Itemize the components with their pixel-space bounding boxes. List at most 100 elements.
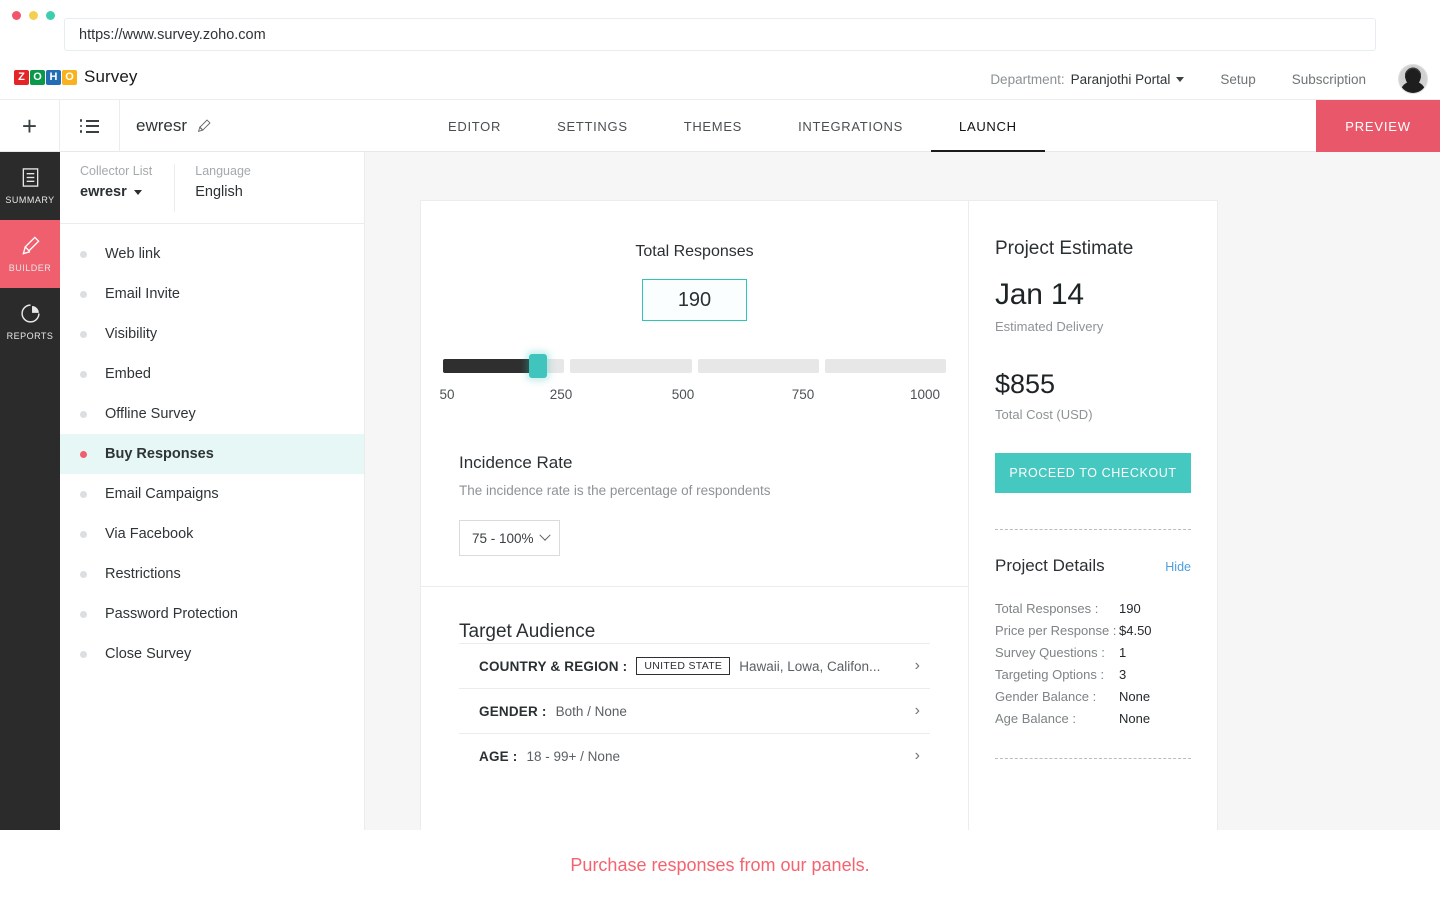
detail-row-price-per-response: Price per Response : $4.50 — [995, 620, 1191, 642]
main-tabs: EDITOR SETTINGS THEMES INTEGRATIONS LAUN… — [420, 100, 1045, 152]
preview-button[interactable]: PREVIEW — [1316, 100, 1440, 152]
browser-chrome: https://www.survey.zoho.com — [0, 0, 1440, 58]
collector-item-buy-responses[interactable]: Buy Responses — [60, 434, 364, 474]
rail-item-summary[interactable]: SUMMARY — [0, 152, 60, 220]
bullet-icon — [80, 651, 87, 658]
collector-item-label: Close Survey — [105, 646, 191, 662]
subscription-link[interactable]: Subscription — [1292, 72, 1366, 87]
proceed-to-checkout-button[interactable]: PROCEED TO CHECKOUT — [995, 453, 1191, 493]
bullet-icon — [80, 251, 87, 258]
estimated-delivery-label: Estimated Delivery — [995, 319, 1191, 334]
maximize-window-button[interactable] — [46, 11, 55, 20]
collector-item-offline-survey[interactable]: Offline Survey — [60, 394, 364, 434]
language-field: Language English — [174, 164, 251, 212]
survey-list-button[interactable] — [60, 100, 120, 152]
collector-item-close-survey[interactable]: Close Survey — [60, 634, 364, 674]
page-caption: Purchase responses from our panels. — [0, 830, 1440, 900]
collector-item-web-link[interactable]: Web link — [60, 234, 364, 274]
chevron-down-icon — [1176, 77, 1184, 82]
buy-responses-card: Total Responses 190 50 250 500 750 — [420, 200, 969, 830]
rail-item-reports[interactable]: REPORTS — [0, 288, 60, 356]
rail-item-builder[interactable]: BUILDER — [0, 220, 60, 288]
detail-key: Price per Response : — [995, 620, 1119, 642]
chevron-right-icon[interactable]: › — [915, 657, 928, 675]
detail-row-gender-balance: Gender Balance : None — [995, 686, 1191, 708]
slider-ticks: 50 250 500 750 1000 — [443, 387, 946, 405]
project-details-header: Project Details Hide — [995, 556, 1191, 576]
brand-logo[interactable]: Z O H O Survey — [14, 67, 138, 87]
chevron-right-icon[interactable]: › — [915, 747, 928, 765]
detail-value: None — [1119, 708, 1150, 730]
slider-thumb[interactable] — [529, 354, 547, 378]
collector-item-email-campaigns[interactable]: Email Campaigns — [60, 474, 364, 514]
collector-item-via-facebook[interactable]: Via Facebook — [60, 514, 364, 554]
slider-tick: 750 — [792, 387, 815, 402]
collector-item-password-protection[interactable]: Password Protection — [60, 594, 364, 634]
address-bar[interactable]: https://www.survey.zoho.com — [64, 18, 1376, 51]
audience-row-key: AGE : — [479, 749, 518, 764]
zoho-letter-h: H — [46, 70, 61, 85]
project-details-table: Total Responses : 190 Price per Response… — [995, 598, 1191, 730]
brand-name: Survey — [84, 67, 138, 87]
project-details-title: Project Details — [995, 556, 1105, 576]
total-responses-value: 190 — [678, 289, 711, 312]
collector-item-restrictions[interactable]: Restrictions — [60, 554, 364, 594]
content-area: Total Responses 190 50 250 500 750 — [365, 152, 1440, 830]
incidence-rate-block: Incidence Rate The incidence rate is the… — [421, 419, 968, 556]
incidence-rate-select[interactable]: 75 - 100% — [459, 520, 560, 556]
slider-track[interactable] — [443, 359, 946, 373]
setup-link[interactable]: Setup — [1220, 72, 1255, 87]
collector-item-embed[interactable]: Embed — [60, 354, 364, 394]
bullet-icon — [80, 371, 87, 378]
zoho-letter-z: Z — [14, 70, 29, 85]
department-selector[interactable]: Paranjothi Portal — [1071, 72, 1185, 87]
collector-item-label: Via Facebook — [105, 526, 193, 542]
responses-slider[interactable]: 50 250 500 750 1000 — [443, 359, 946, 419]
collector-item-label: Embed — [105, 366, 151, 382]
collector-item-label: Email Campaigns — [105, 486, 219, 502]
detail-row-targeting-options: Targeting Options : 3 — [995, 664, 1191, 686]
collector-item-visibility[interactable]: Visibility — [60, 314, 364, 354]
survey-title: ewresr — [136, 100, 211, 152]
collector-list-selector[interactable]: ewresr — [80, 184, 152, 200]
hide-details-link[interactable]: Hide — [1165, 560, 1191, 574]
tab-themes[interactable]: THEMES — [656, 100, 770, 152]
audience-row-gender[interactable]: GENDER : Both / None › — [459, 688, 930, 733]
zoho-letter-o1: O — [30, 70, 45, 85]
audience-row-key: COUNTRY & REGION : — [479, 659, 627, 674]
audience-row-value: Both / None — [556, 704, 627, 719]
collector-item-email-invite[interactable]: Email Invite — [60, 274, 364, 314]
total-responses-title: Total Responses — [421, 243, 968, 261]
pencil-icon[interactable] — [197, 119, 211, 133]
rail-label-summary: SUMMARY — [5, 195, 54, 205]
detail-row-total-responses: Total Responses : 190 — [995, 598, 1191, 620]
audience-row-country-region[interactable]: COUNTRY & REGION : UNITED STATE Hawaii, … — [459, 643, 930, 688]
detail-value: 1 — [1119, 642, 1126, 664]
tab-launch[interactable]: LAUNCH — [931, 100, 1045, 152]
zoho-letter-o2: O — [62, 70, 77, 85]
tab-integrations[interactable]: INTEGRATIONS — [770, 100, 931, 152]
add-survey-button[interactable]: + — [0, 100, 60, 152]
target-audience-title: Target Audience — [459, 621, 930, 643]
window-traffic-lights[interactable] — [12, 5, 55, 25]
detail-value: 190 — [1119, 598, 1141, 620]
detail-key: Total Responses : — [995, 598, 1119, 620]
avatar[interactable] — [1398, 64, 1428, 94]
chevron-right-icon[interactable]: › — [915, 702, 928, 720]
detail-value: 3 — [1119, 664, 1126, 686]
url-text: https://www.survey.zoho.com — [79, 27, 266, 43]
incidence-rate-description: The incidence rate is the percentage of … — [459, 483, 930, 498]
audience-row-age[interactable]: AGE : 18 - 99+ / None › — [459, 733, 930, 778]
rail-label-builder: BUILDER — [9, 263, 52, 273]
slider-segment — [698, 359, 819, 373]
total-responses-input[interactable]: 190 — [642, 279, 747, 321]
language-label: Language — [195, 164, 251, 178]
tab-editor[interactable]: EDITOR — [420, 100, 529, 152]
slider-tick: 1000 — [910, 387, 940, 402]
tab-settings[interactable]: SETTINGS — [529, 100, 656, 152]
document-icon — [20, 167, 41, 188]
minimize-window-button[interactable] — [29, 11, 38, 20]
incidence-rate-value: 75 - 100% — [472, 531, 534, 546]
close-window-button[interactable] — [12, 11, 21, 20]
detail-value: $4.50 — [1119, 620, 1152, 642]
